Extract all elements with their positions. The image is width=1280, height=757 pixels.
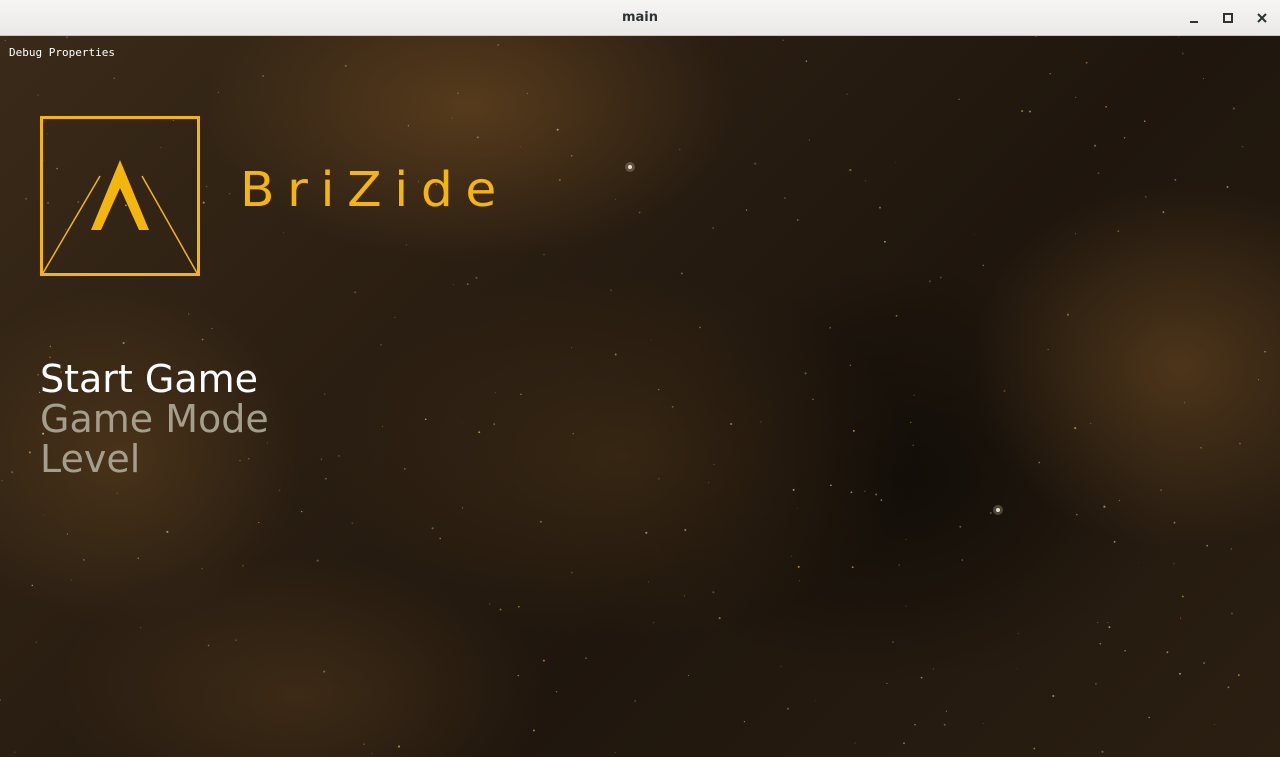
arrow-chevron-logo-icon	[40, 116, 200, 276]
menu-item-level[interactable]: Level	[40, 439, 269, 479]
maximize-button[interactable]	[1216, 6, 1240, 30]
title-bar: main	[0, 0, 1280, 36]
main-menu: Start Game Game Mode Level	[40, 359, 269, 479]
minimize-icon	[1190, 21, 1198, 23]
close-icon	[1257, 13, 1267, 23]
game-viewport: Debug Properties BriZide Start Game Game…	[0, 36, 1280, 757]
window-title: main	[621, 10, 659, 25]
debug-properties-button[interactable]: Debug Properties	[9, 46, 115, 59]
close-button[interactable]	[1250, 6, 1274, 30]
game-title: BriZide	[240, 162, 510, 218]
menu-item-start-game[interactable]: Start Game	[40, 359, 269, 399]
maximize-icon	[1223, 13, 1233, 23]
menu-item-game-mode[interactable]: Game Mode	[40, 399, 269, 439]
game-window: main Debug Properties BriZide Start Game…	[0, 0, 1280, 757]
minimize-button[interactable]	[1182, 6, 1206, 30]
